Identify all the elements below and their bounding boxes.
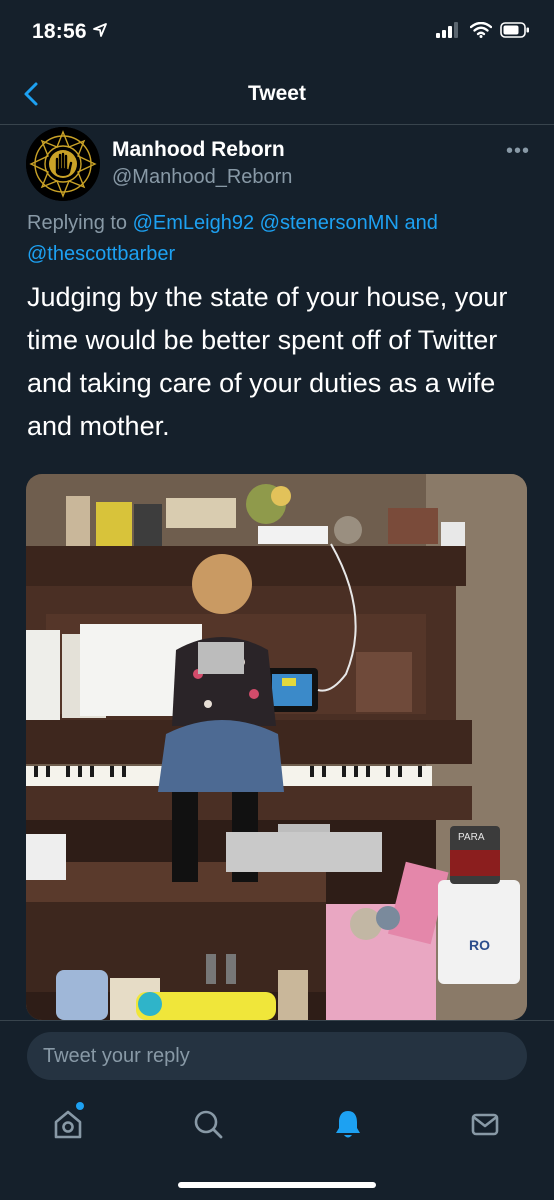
home-icon <box>54 1110 82 1139</box>
signal-icon <box>436 22 462 43</box>
tab-home[interactable] <box>48 1104 88 1144</box>
avatar[interactable] <box>26 127 100 201</box>
status-time: 18:56 <box>32 20 87 43</box>
location-arrow-icon <box>92 22 108 43</box>
reply-composer <box>0 1020 554 1093</box>
page-title: Tweet <box>248 82 306 105</box>
tab-bar <box>0 1092 554 1200</box>
tab-search[interactable] <box>188 1104 228 1144</box>
mention-link[interactable]: @stenersonMN <box>260 212 399 234</box>
wifi-icon <box>469 21 493 43</box>
author-name[interactable]: Manhood Reborn <box>112 138 285 162</box>
home-indicator <box>178 1182 376 1188</box>
photo-bucket-label: RO <box>469 937 490 953</box>
status-bar: 18:56 <box>0 0 554 64</box>
battery-icon <box>500 22 530 43</box>
tweet-text: Judging by the state of your house, your… <box>27 282 508 441</box>
home-new-content-dot <box>76 1102 84 1110</box>
mention-and-word[interactable]: and <box>404 212 437 234</box>
search-icon <box>194 1110 223 1139</box>
replying-to-prefix: Replying to <box>27 212 128 234</box>
photo-child-at-piano: RO PARA <box>26 474 527 1020</box>
messages-envelope-icon <box>471 1113 499 1136</box>
photo-paint-can-label: PARA <box>458 832 485 843</box>
notifications-bell-icon <box>336 1111 360 1138</box>
mention-link[interactable]: @EmLeigh92 <box>133 212 254 234</box>
reply-input[interactable] <box>27 1032 527 1080</box>
more-options-button[interactable]: ••• <box>506 140 530 163</box>
tab-messages[interactable] <box>465 1104 505 1144</box>
avatar-hand-emblem-icon <box>26 127 100 201</box>
tab-notifications[interactable] <box>328 1104 368 1144</box>
tweet-photo[interactable]: RO PARA <box>26 474 527 1020</box>
author-handle[interactable]: @Manhood_Reborn <box>112 166 292 189</box>
nav-header: Tweet <box>0 64 554 125</box>
mention-link[interactable]: @thescottbarber <box>27 243 175 265</box>
replying-to-line: Replying to @EmLeigh92 @stenersonMN and … <box>27 208 527 270</box>
